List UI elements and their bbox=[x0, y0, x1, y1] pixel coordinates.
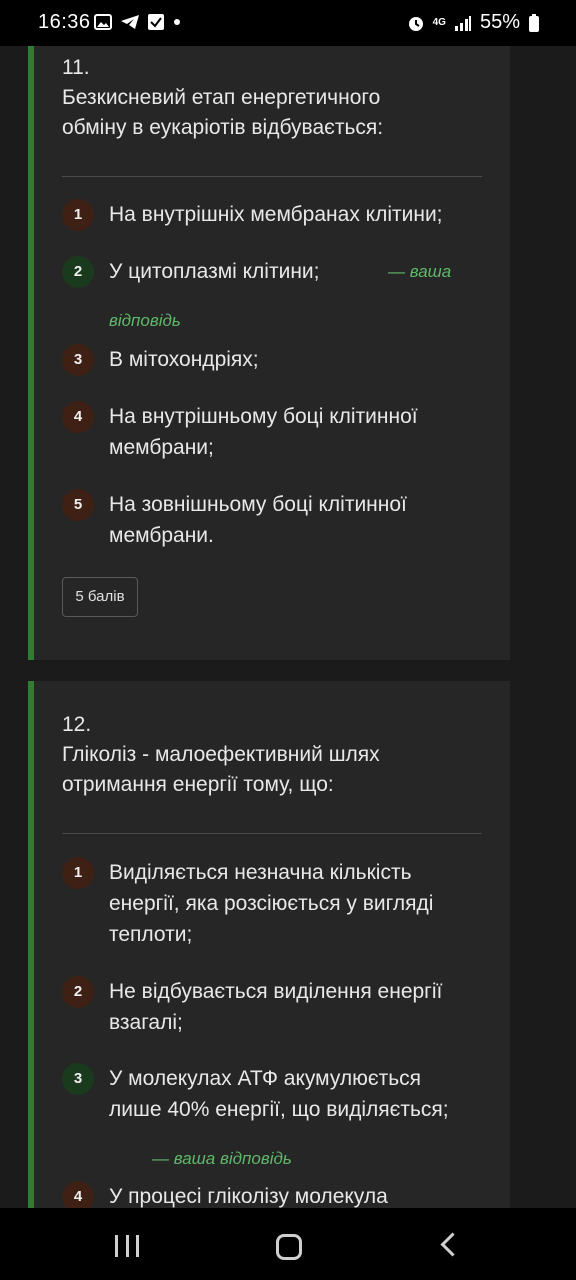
4g-icon: 4G bbox=[432, 16, 446, 28]
option-text: Не відбувається виділення енергії взагал… bbox=[109, 980, 443, 1034]
battery-percent: 55% bbox=[479, 11, 520, 33]
recent-apps-icon-bar bbox=[136, 1235, 139, 1257]
status-bar: 16:36 4G 55% bbox=[0, 0, 576, 46]
option-number-badge: 5 bbox=[62, 489, 94, 521]
option-number-badge: 3 bbox=[62, 1063, 94, 1095]
points-badge: 5 балів bbox=[62, 577, 138, 617]
dot-icon bbox=[174, 19, 180, 25]
battery-icon bbox=[529, 13, 539, 32]
recent-apps-button[interactable] bbox=[115, 1235, 139, 1257]
question-number: 11. bbox=[62, 56, 90, 79]
option-number-badge: 1 bbox=[62, 199, 94, 231]
image-icon bbox=[94, 14, 112, 30]
your-answer-label: — ваша bbox=[388, 262, 452, 281]
question-divider bbox=[62, 833, 482, 834]
checkbox-icon bbox=[148, 14, 164, 30]
home-button[interactable] bbox=[276, 1234, 302, 1260]
option-number-badge: 4 bbox=[62, 401, 94, 433]
option-number-badge: 3 bbox=[62, 344, 94, 376]
option-number-badge: 2 bbox=[62, 976, 94, 1008]
status-time: 16:36 bbox=[38, 11, 91, 33]
option-text: На внутрішньому боці клітинної мембрани; bbox=[109, 405, 418, 459]
status-left-icons bbox=[94, 14, 182, 30]
option-text: На внутрішніх мембранах клітини; bbox=[109, 203, 443, 226]
signal-icon bbox=[454, 15, 471, 31]
option-number-badge: 2 bbox=[62, 256, 94, 288]
status-right-icons: 4G 55% bbox=[407, 11, 540, 34]
option-text: В мітохондріях; bbox=[109, 348, 259, 371]
question-card-11: 11. Безкисневий етап енергетичного обмін… bbox=[28, 46, 510, 660]
option-number-badge: 1 bbox=[62, 857, 94, 889]
question-text: Безкисневий етап енергетичного обміну в … bbox=[62, 86, 384, 139]
question-number: 12. bbox=[62, 713, 92, 736]
option-text: У цитоплазмі клітини; bbox=[109, 260, 320, 283]
your-answer-label: — ваша відповідь bbox=[152, 1149, 292, 1168]
option-text: На зовнішньому боці клітинної мембрани. bbox=[109, 493, 407, 547]
telegram-icon bbox=[121, 15, 139, 29]
option-text: Виділяється незначна кількість енергії, … bbox=[109, 861, 434, 946]
option-text: У молекулах АТФ акумулюється лише 40% ен… bbox=[109, 1067, 449, 1121]
recent-apps-icon-bar bbox=[115, 1235, 118, 1257]
alarm-icon bbox=[408, 16, 423, 31]
your-answer-label-cont: відповідь bbox=[109, 311, 181, 330]
recent-apps-icon-bar bbox=[125, 1235, 129, 1257]
question-card-12: 12. Гліколіз - малоефективний шлях отрим… bbox=[28, 681, 510, 1241]
question-divider bbox=[62, 176, 482, 177]
question-text: Гліколіз - малоефективний шлях отримання… bbox=[62, 743, 380, 796]
